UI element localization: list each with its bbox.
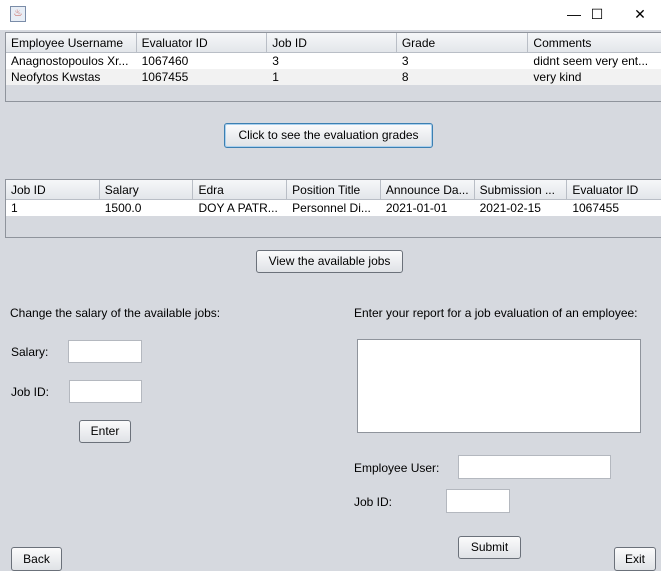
- title-bar: ♨ — ☐ ✕: [0, 0, 661, 30]
- table-header: Job ID Salary Edra Position Title Announ…: [6, 180, 661, 200]
- cell: Personnel Di...: [292, 201, 371, 215]
- cell: 1067460: [141, 54, 189, 68]
- salary-input[interactable]: [68, 340, 142, 363]
- column-header[interactable]: Comments: [528, 33, 661, 52]
- cell: 1: [11, 201, 18, 215]
- cell: 3: [401, 54, 409, 68]
- column-header[interactable]: Submission ...: [475, 180, 568, 199]
- cell: didnt seem very ent...: [533, 54, 649, 68]
- column-header[interactable]: Announce Da...: [381, 180, 475, 199]
- job-id-label: Job ID:: [11, 385, 50, 399]
- table-header: Employee Username Evaluator ID Job ID Gr…: [6, 33, 661, 53]
- column-header[interactable]: Job ID: [6, 180, 100, 199]
- column-header[interactable]: Evaluator ID: [137, 33, 268, 52]
- cell: 1067455: [141, 70, 189, 84]
- column-header[interactable]: Edra: [193, 180, 288, 199]
- cell: very kind: [533, 70, 582, 84]
- close-button[interactable]: ✕: [617, 0, 661, 30]
- cell: 8: [401, 70, 409, 84]
- column-header[interactable]: Job ID: [267, 33, 397, 52]
- exit-button[interactable]: Exit: [614, 547, 656, 571]
- column-header[interactable]: Salary: [100, 180, 194, 199]
- report-job-id-label: Job ID:: [354, 495, 393, 509]
- employee-user-input[interactable]: [458, 455, 611, 479]
- cell: Neofytos Kwstas: [11, 70, 101, 84]
- salary-label: Salary:: [11, 345, 49, 359]
- column-header[interactable]: Position Title: [287, 180, 381, 199]
- cell: 2021-01-01: [385, 201, 448, 215]
- view-jobs-button[interactable]: View the available jobs: [256, 250, 403, 273]
- table-row[interactable]: Neofytos Kwstas 1067455 1 8 very kind: [6, 69, 661, 85]
- salary-heading: Change the salary of the available jobs:: [10, 306, 221, 320]
- table-row[interactable]: 1 1500.0 DOY A PATR... Personnel Di... 2…: [6, 200, 661, 216]
- report-textarea[interactable]: [357, 339, 641, 433]
- column-header[interactable]: Evaluator ID: [567, 180, 661, 199]
- cell: DOY A PATR...: [198, 201, 278, 215]
- cell: 1067455: [572, 201, 620, 215]
- cell: 1500.0: [104, 201, 142, 215]
- employee-user-label: Employee User:: [354, 461, 440, 475]
- cell: 2021-02-15: [479, 201, 541, 215]
- cell: 1: [272, 70, 279, 84]
- cell: 3: [272, 54, 279, 68]
- table-row[interactable]: Anagnostopoulos Xr... 1067460 3 3 didnt …: [6, 53, 661, 69]
- report-heading: Enter your report for a job evaluation o…: [354, 306, 638, 320]
- jobs-table[interactable]: Job ID Salary Edra Position Title Announ…: [5, 179, 661, 238]
- report-job-id-input[interactable]: [446, 489, 510, 513]
- maximize-button[interactable]: ☐: [574, 0, 620, 30]
- cell: Anagnostopoulos Xr...: [11, 54, 129, 68]
- submit-button[interactable]: Submit: [458, 536, 521, 559]
- see-grades-button[interactable]: Click to see the evaluation grades: [224, 123, 433, 148]
- back-button[interactable]: Back: [11, 547, 62, 571]
- column-header[interactable]: Grade: [397, 33, 529, 52]
- enter-button[interactable]: Enter: [79, 420, 131, 443]
- grades-table[interactable]: Employee Username Evaluator ID Job ID Gr…: [5, 32, 661, 102]
- java-app-icon: ♨: [10, 6, 26, 22]
- salary-job-id-input[interactable]: [69, 380, 142, 403]
- column-header[interactable]: Employee Username: [6, 33, 137, 52]
